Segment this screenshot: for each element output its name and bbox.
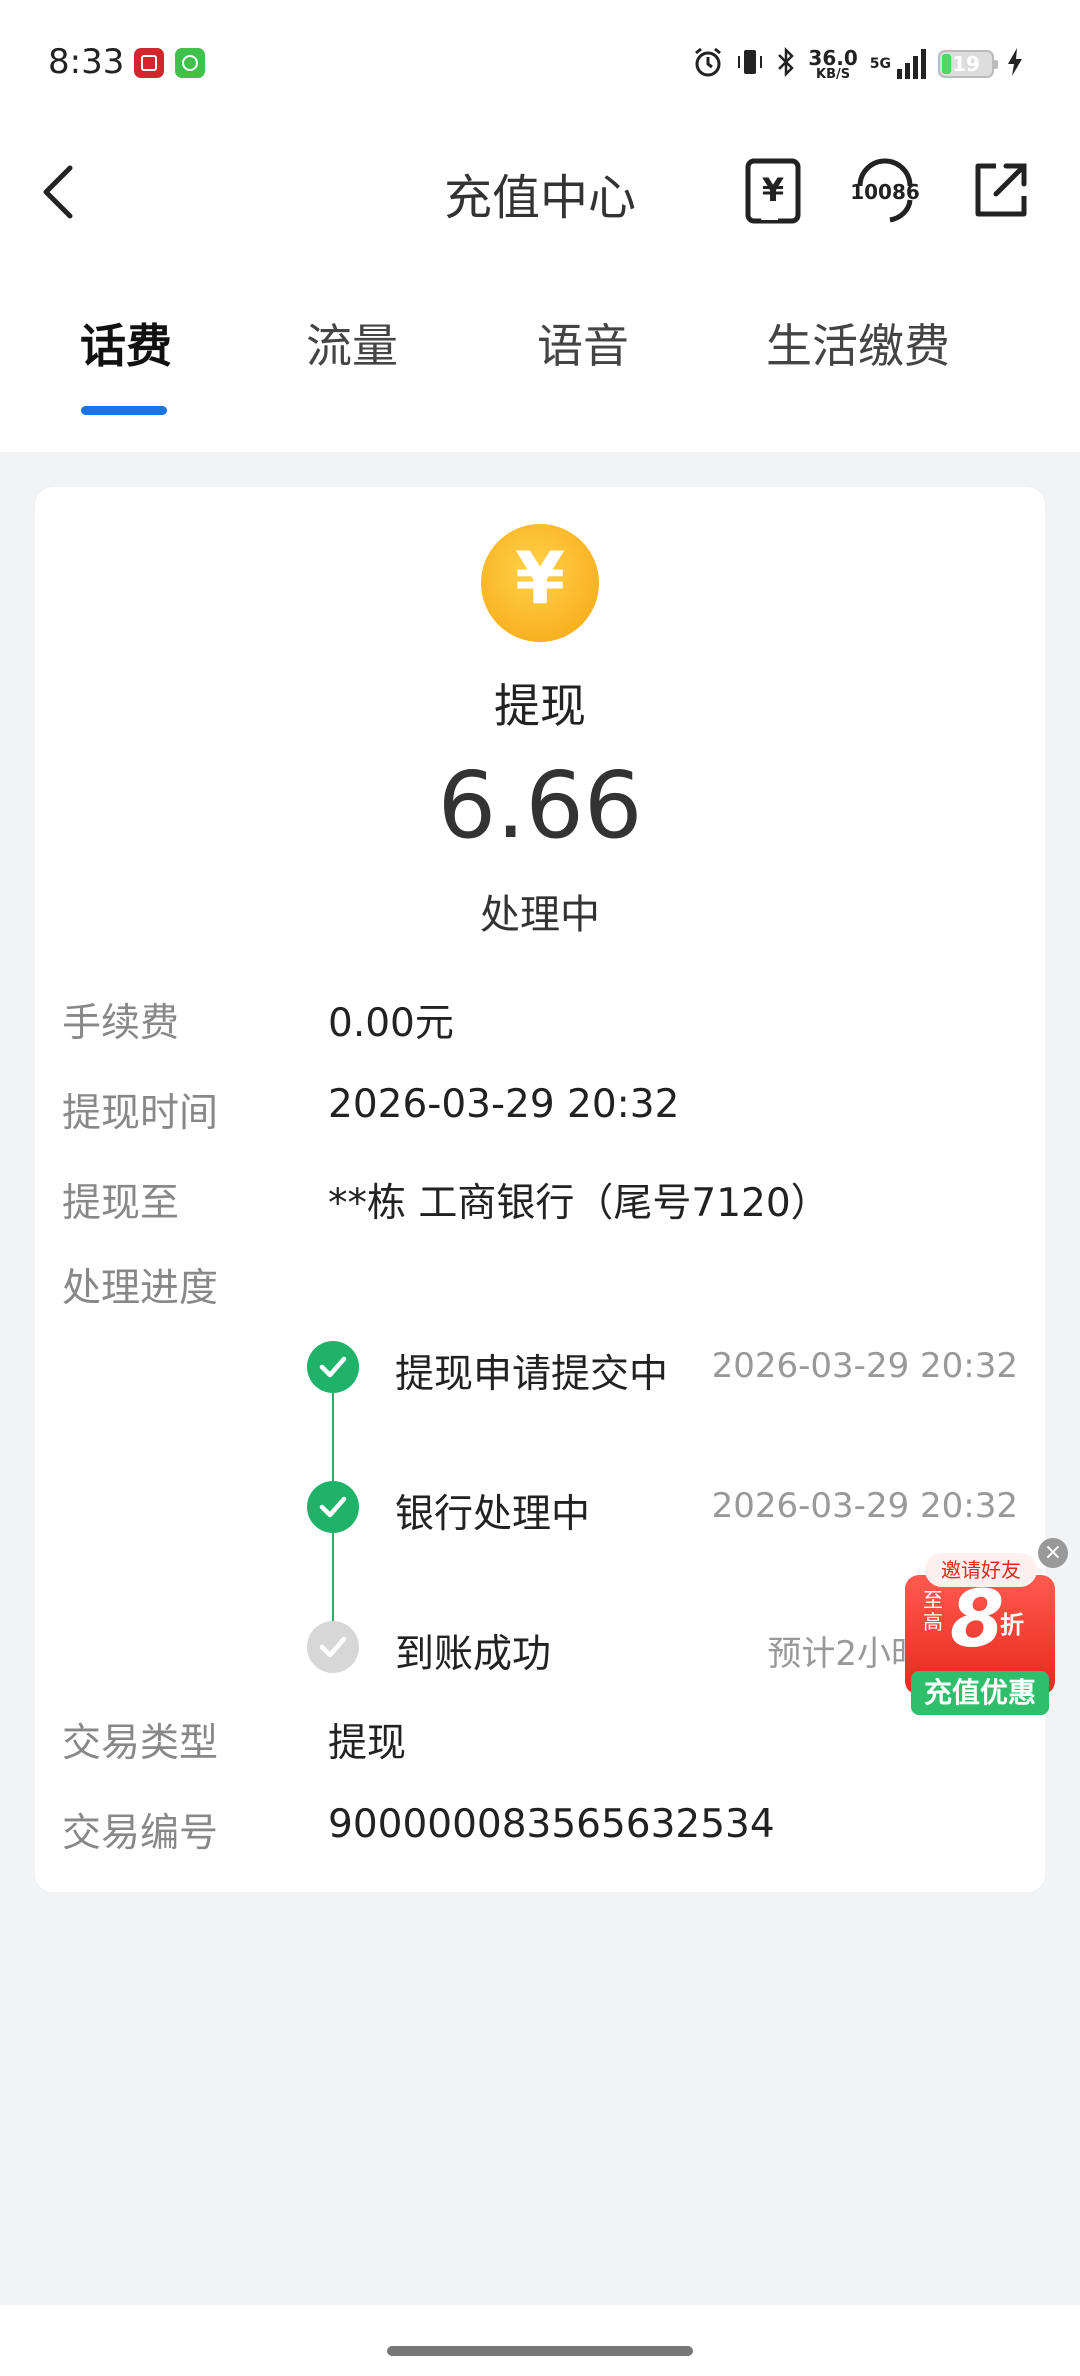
signal-icon <box>897 49 926 79</box>
customer-service-button[interactable]: 10086 <box>850 156 920 226</box>
tab-utilities[interactable]: 生活缴费 <box>766 310 950 376</box>
tab-data[interactable]: 流量 <box>306 310 398 376</box>
withdraw-to-label: 提现至 <box>62 1181 180 1226</box>
coin-glyph: ¥ <box>514 536 566 620</box>
promo-prefix: 至高 <box>923 1588 943 1634</box>
status-time: 8:33 <box>48 42 125 82</box>
status-icons: 36.0 KB/S 5G 19 <box>692 40 1024 88</box>
withdraw-detail-card: ¥ 提现 6.66 处理中 手续费 0.00元 提现时间 2026-03-29 … <box>35 487 1045 1892</box>
step-label: 银行处理中 <box>395 1492 591 1537</box>
tab-voice[interactable]: 语音 <box>537 310 629 376</box>
tab-phone-fee[interactable]: 话费 <box>80 310 172 376</box>
step-time: 2026-03-29 20:32 <box>711 1486 1018 1526</box>
share-icon <box>975 163 1027 217</box>
step-pending-check-icon <box>307 1621 359 1673</box>
system-nav-bar <box>0 2305 1080 2376</box>
active-tab-indicator <box>81 406 167 415</box>
share-button[interactable] <box>966 156 1036 226</box>
transaction-id-label: 交易编号 <box>62 1811 219 1856</box>
bank-app-notification-icon <box>134 48 164 78</box>
close-icon[interactable]: × <box>1038 1538 1068 1568</box>
transaction-kind: 提现 <box>494 679 586 733</box>
headset-10086-icon: 10086 <box>850 158 920 223</box>
bluetooth-icon <box>776 46 796 82</box>
step-label: 到账成功 <box>395 1632 552 1677</box>
withdraw-time-value: 2026-03-29 20:32 <box>328 1082 680 1127</box>
top-header: 充值中心 ¥ 10086 <box>0 130 1080 254</box>
step-done-check-icon <box>307 1341 359 1393</box>
battery-percent: 19 <box>952 52 980 76</box>
home-gesture-handle[interactable] <box>387 2346 693 2356</box>
yuan-coin-icon: ¥ <box>481 524 599 642</box>
withdraw-time-label: 提现时间 <box>62 1091 219 1136</box>
fee-value: 0.00元 <box>328 1001 454 1046</box>
service-number: 10086 <box>850 180 920 204</box>
promo-bottom-text: 充值优惠 <box>911 1671 1049 1715</box>
promo-floating-badge[interactable]: 邀请好友 至高 8 折 充值优惠 <box>905 1535 1065 1745</box>
step-label: 提现申请提交中 <box>395 1352 669 1397</box>
withdraw-to-value: **栋 工商银行（尾号7120） <box>328 1181 830 1226</box>
withdraw-amount: 6.66 <box>437 752 643 859</box>
promo-discount-number: 8 <box>950 1575 1005 1665</box>
transaction-type-label: 交易类型 <box>62 1721 219 1766</box>
yuan-receipt-icon: ¥ <box>745 158 801 224</box>
battery-icon: 19 <box>938 50 998 78</box>
transaction-type-value: 提现 <box>328 1721 407 1766</box>
withdraw-status: 处理中 <box>480 892 600 938</box>
red-envelope-icon: 邀请好友 至高 8 折 充值优惠 <box>905 1553 1055 1715</box>
alarm-icon <box>692 46 724 82</box>
vibrate-icon <box>736 46 764 82</box>
status-bar: 8:33 36.0 KB/S 5G 19 <box>0 0 1080 130</box>
charging-icon <box>1006 47 1024 81</box>
step-time: 2026-03-29 20:32 <box>711 1346 1018 1386</box>
network-speed: 36.0 KB/S <box>808 45 858 82</box>
recharge-icon-glyph: ¥ <box>762 171 784 209</box>
recharge-record-button[interactable]: ¥ <box>738 156 808 226</box>
transaction-id-value: 900000083565632534 <box>328 1802 775 1847</box>
step-done-check-icon <box>307 1481 359 1533</box>
message-notification-icon <box>175 48 205 78</box>
fee-label: 手续费 <box>62 1001 180 1046</box>
category-tabs: 话费 流量 语音 生活缴费 <box>0 310 1080 415</box>
network-type: 5G <box>869 56 891 72</box>
step-time: 预计2小时 <box>767 1634 925 1674</box>
progress-label: 处理进度 <box>62 1266 219 1311</box>
promo-discount-suffix: 折 <box>1000 1611 1024 1639</box>
